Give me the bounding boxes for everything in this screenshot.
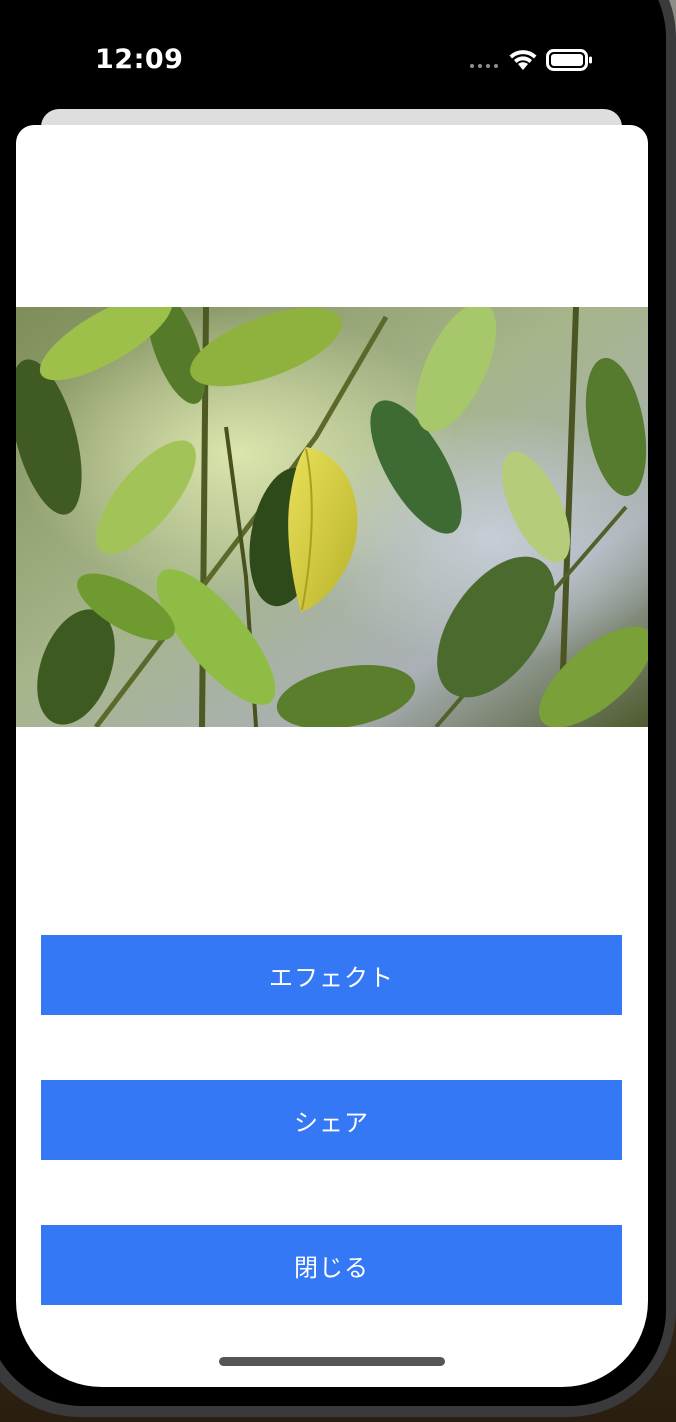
close-button[interactable]: 閉じる — [41, 1225, 622, 1305]
modal-sheet: エフェクト シェア 閉じる — [16, 125, 648, 1387]
effect-button[interactable]: エフェクト — [41, 935, 622, 1015]
signal-dots-icon — [470, 64, 498, 68]
share-button[interactable]: シェア — [41, 1080, 622, 1160]
desktop-background: 12:09 エフェクト シェア 閉じる — [0, 0, 676, 1422]
battery-icon — [546, 49, 592, 71]
leaf-photo — [16, 307, 648, 727]
status-bar: 12:09 — [0, 0, 676, 100]
status-time: 12:09 — [95, 44, 184, 75]
home-indicator[interactable] — [219, 1357, 445, 1366]
status-icons — [470, 48, 594, 72]
wifi-icon — [509, 50, 537, 70]
